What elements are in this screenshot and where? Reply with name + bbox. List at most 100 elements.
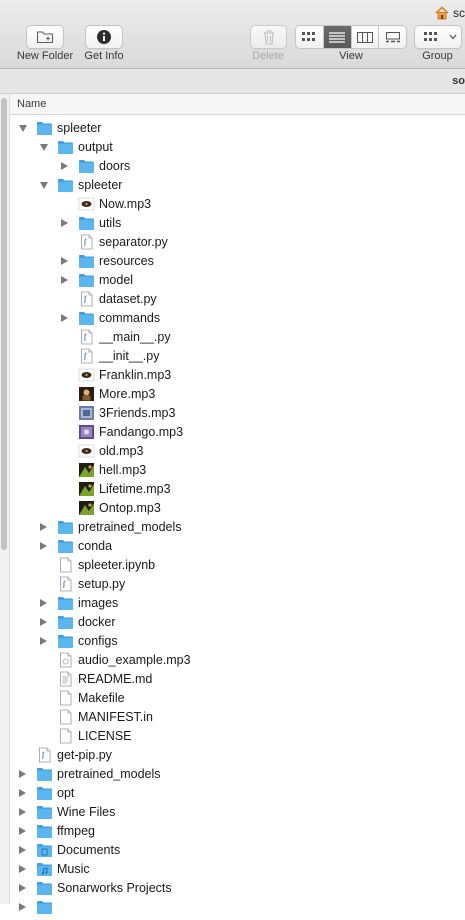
item-label: old.mp3: [99, 444, 144, 458]
file-row[interactable]: Now.mp3: [10, 195, 465, 214]
disclosure-closed-icon[interactable]: [61, 162, 68, 170]
file-row[interactable]: spleeter.ipynb: [10, 556, 465, 575]
column-header-name[interactable]: Name: [10, 94, 465, 115]
disclosure-closed-icon[interactable]: [40, 637, 47, 645]
file-row[interactable]: separator.py: [10, 233, 465, 252]
disclosure-closed-icon[interactable]: [19, 827, 26, 835]
delete-button[interactable]: [250, 25, 287, 49]
gallery-view-button[interactable]: [379, 26, 406, 48]
audio-file-icon: [78, 443, 95, 459]
file-row[interactable]: get-pip.py: [10, 746, 465, 765]
folder-row[interactable]: commands: [10, 309, 465, 328]
folder-row[interactable]: Sonarworks Projects: [10, 879, 465, 898]
disclosure-closed-icon[interactable]: [40, 599, 47, 607]
vertical-scrollbar[interactable]: [0, 94, 10, 904]
folder-row[interactable]: ffmpeg: [10, 822, 465, 841]
home-icon: [435, 6, 449, 20]
file-row[interactable]: 3Friends.mp3: [10, 404, 465, 423]
path-crumb[interactable]: sc: [435, 5, 465, 21]
list-view-button[interactable]: [323, 26, 352, 48]
item-label: 3Friends.mp3: [99, 406, 176, 420]
finder-toolbar: sc New Folder Get Info Delete View Group: [0, 0, 465, 69]
file-row[interactable]: audio_example.mp3: [10, 651, 465, 670]
file-row[interactable]: README.md: [10, 670, 465, 689]
folder-row[interactable]: configs: [10, 632, 465, 651]
item-label: conda: [78, 539, 113, 553]
folder-icon: [57, 139, 74, 155]
folder-row[interactable]: opt: [10, 784, 465, 803]
folder-row[interactable]: spleeter: [10, 176, 465, 195]
python-file-icon: [36, 747, 53, 763]
file-row[interactable]: Franklin.mp3: [10, 366, 465, 385]
item-label: configs: [78, 634, 118, 648]
audio-file-icon: [57, 652, 74, 668]
file-row[interactable]: setup.py: [10, 575, 465, 594]
item-label: setup.py: [78, 577, 126, 591]
folder-row[interactable]: output: [10, 138, 465, 157]
folder-row[interactable]: doors: [10, 157, 465, 176]
file-row[interactable]: Lifetime.mp3: [10, 480, 465, 499]
item-label: Ontop.mp3: [99, 501, 161, 515]
file-row[interactable]: Ontop.mp3: [10, 499, 465, 518]
disclosure-closed-icon[interactable]: [19, 884, 26, 892]
disclosure-open-icon[interactable]: [19, 125, 27, 132]
folder-row[interactable]: spleeter: [10, 119, 465, 138]
folder-row[interactable]: Documents: [10, 841, 465, 860]
item-label: Franklin.mp3: [99, 368, 172, 382]
file-row[interactable]: LICENSE: [10, 727, 465, 746]
disclosure-closed-icon[interactable]: [19, 846, 26, 854]
disclosure-closed-icon[interactable]: [61, 219, 68, 227]
python-file-icon: [78, 234, 95, 250]
disclosure-closed-icon[interactable]: [40, 618, 47, 626]
disclosure-open-icon[interactable]: [40, 182, 48, 189]
column-view-button[interactable]: [352, 26, 380, 48]
folder-row[interactable]: utils: [10, 214, 465, 233]
disclosure-closed-icon[interactable]: [61, 276, 68, 284]
disclosure-closed-icon[interactable]: [61, 314, 68, 322]
item-label: Sonarworks Projects: [57, 881, 172, 895]
disclosure-open-icon[interactable]: [40, 144, 48, 151]
group-button[interactable]: [414, 25, 462, 49]
new-folder-button[interactable]: [26, 25, 64, 49]
disclosure-closed-icon[interactable]: [40, 542, 47, 550]
folder-row[interactable]: docker: [10, 613, 465, 632]
audio-file-icon: [78, 462, 95, 478]
disclosure-closed-icon[interactable]: [19, 770, 26, 778]
file-row[interactable]: dataset.py: [10, 290, 465, 309]
folder-row[interactable]: Music: [10, 860, 465, 879]
get-info-button[interactable]: [85, 25, 123, 49]
file-row[interactable]: MANIFEST.in: [10, 708, 465, 727]
item-label: opt: [57, 786, 75, 800]
disclosure-closed-icon[interactable]: [40, 523, 47, 531]
disclosure-closed-icon[interactable]: [19, 903, 26, 911]
file-row[interactable]: old.mp3: [10, 442, 465, 461]
disclosure-closed-icon[interactable]: [61, 257, 68, 265]
file-row[interactable]: Fandango.mp3: [10, 423, 465, 442]
item-label: separator.py: [99, 235, 168, 249]
file-row[interactable]: hell.mp3: [10, 461, 465, 480]
disclosure-closed-icon[interactable]: [19, 789, 26, 797]
folder-row[interactable]: images: [10, 594, 465, 613]
new-folder-icon: [36, 31, 54, 44]
folder-row[interactable]: resources: [10, 252, 465, 271]
folder-row[interactable]: conda: [10, 537, 465, 556]
folder-row[interactable]: pretrained_models: [10, 765, 465, 784]
folder-icon: [78, 272, 95, 288]
item-label: __main__.py: [99, 330, 171, 344]
folder-row[interactable]: [10, 898, 465, 917]
folder-row[interactable]: pretrained_models: [10, 518, 465, 537]
item-label: dataset.py: [99, 292, 157, 306]
file-row[interactable]: __init__.py: [10, 347, 465, 366]
item-label: hell.mp3: [99, 463, 147, 477]
file-row[interactable]: Makefile: [10, 689, 465, 708]
folder-icon: [78, 215, 95, 231]
item-label: Fandango.mp3: [99, 425, 184, 439]
file-row[interactable]: __main__.py: [10, 328, 465, 347]
scroll-thumb[interactable]: [1, 98, 7, 550]
icon-view-button[interactable]: [296, 26, 324, 48]
disclosure-closed-icon[interactable]: [19, 865, 26, 873]
file-row[interactable]: More.mp3: [10, 385, 465, 404]
folder-row[interactable]: Wine Files: [10, 803, 465, 822]
folder-row[interactable]: model: [10, 271, 465, 290]
disclosure-closed-icon[interactable]: [19, 808, 26, 816]
